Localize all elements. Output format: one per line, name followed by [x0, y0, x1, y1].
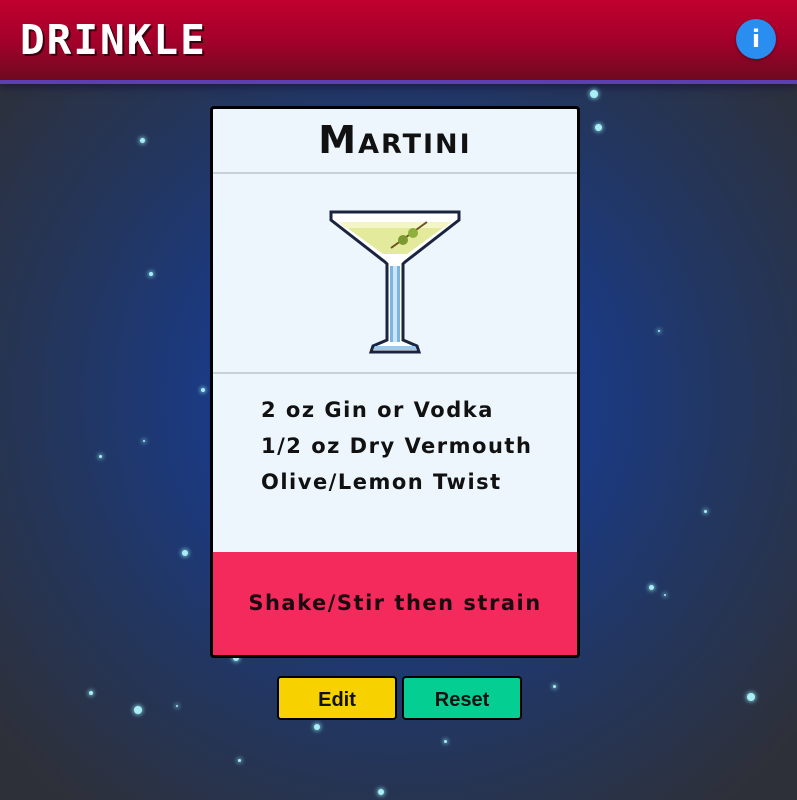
- ingredient-list: 2 oz Gin or Vodka 1/2 oz Dry Vermouth Ol…: [213, 374, 577, 555]
- drink-title: Martini: [213, 109, 577, 174]
- star-decoration: [182, 550, 188, 556]
- ingredient-item: 2 oz Gin or Vodka: [261, 398, 494, 422]
- star-decoration: [590, 90, 598, 98]
- info-button[interactable]: i: [736, 19, 776, 59]
- method-bar: Shake/Stir then strain: [213, 552, 577, 655]
- star-decoration: [704, 510, 707, 513]
- app-logo: DRINKLE: [20, 16, 207, 64]
- star-decoration: [378, 789, 384, 795]
- ingredient-item: 1/2 oz Dry Vermouth: [261, 434, 533, 458]
- star-decoration: [444, 740, 447, 743]
- star-decoration: [201, 388, 205, 392]
- app-header: DRINKLE i: [0, 0, 797, 84]
- reset-button[interactable]: Reset: [402, 676, 522, 720]
- star-decoration: [143, 440, 145, 442]
- edit-button[interactable]: Edit: [277, 676, 397, 720]
- recipe-card: Martini 2 oz Gin or Vodka 1/2 oz Dry Ver…: [210, 106, 580, 658]
- star-decoration: [238, 759, 241, 762]
- drink-image: [213, 174, 577, 374]
- star-decoration: [649, 585, 654, 590]
- martini-glass-icon: [329, 210, 461, 354]
- star-decoration: [134, 706, 142, 714]
- star-decoration: [664, 594, 666, 596]
- star-decoration: [89, 691, 93, 695]
- star-decoration: [553, 685, 556, 688]
- star-decoration: [176, 705, 178, 707]
- star-decoration: [658, 330, 660, 332]
- star-decoration: [149, 272, 153, 276]
- star-decoration: [314, 724, 320, 730]
- star-decoration: [747, 693, 755, 701]
- star-decoration: [99, 455, 102, 458]
- star-decoration: [140, 138, 145, 143]
- star-decoration: [595, 124, 602, 131]
- info-icon: i: [751, 25, 761, 53]
- ingredient-item: Olive/Lemon Twist: [261, 470, 502, 494]
